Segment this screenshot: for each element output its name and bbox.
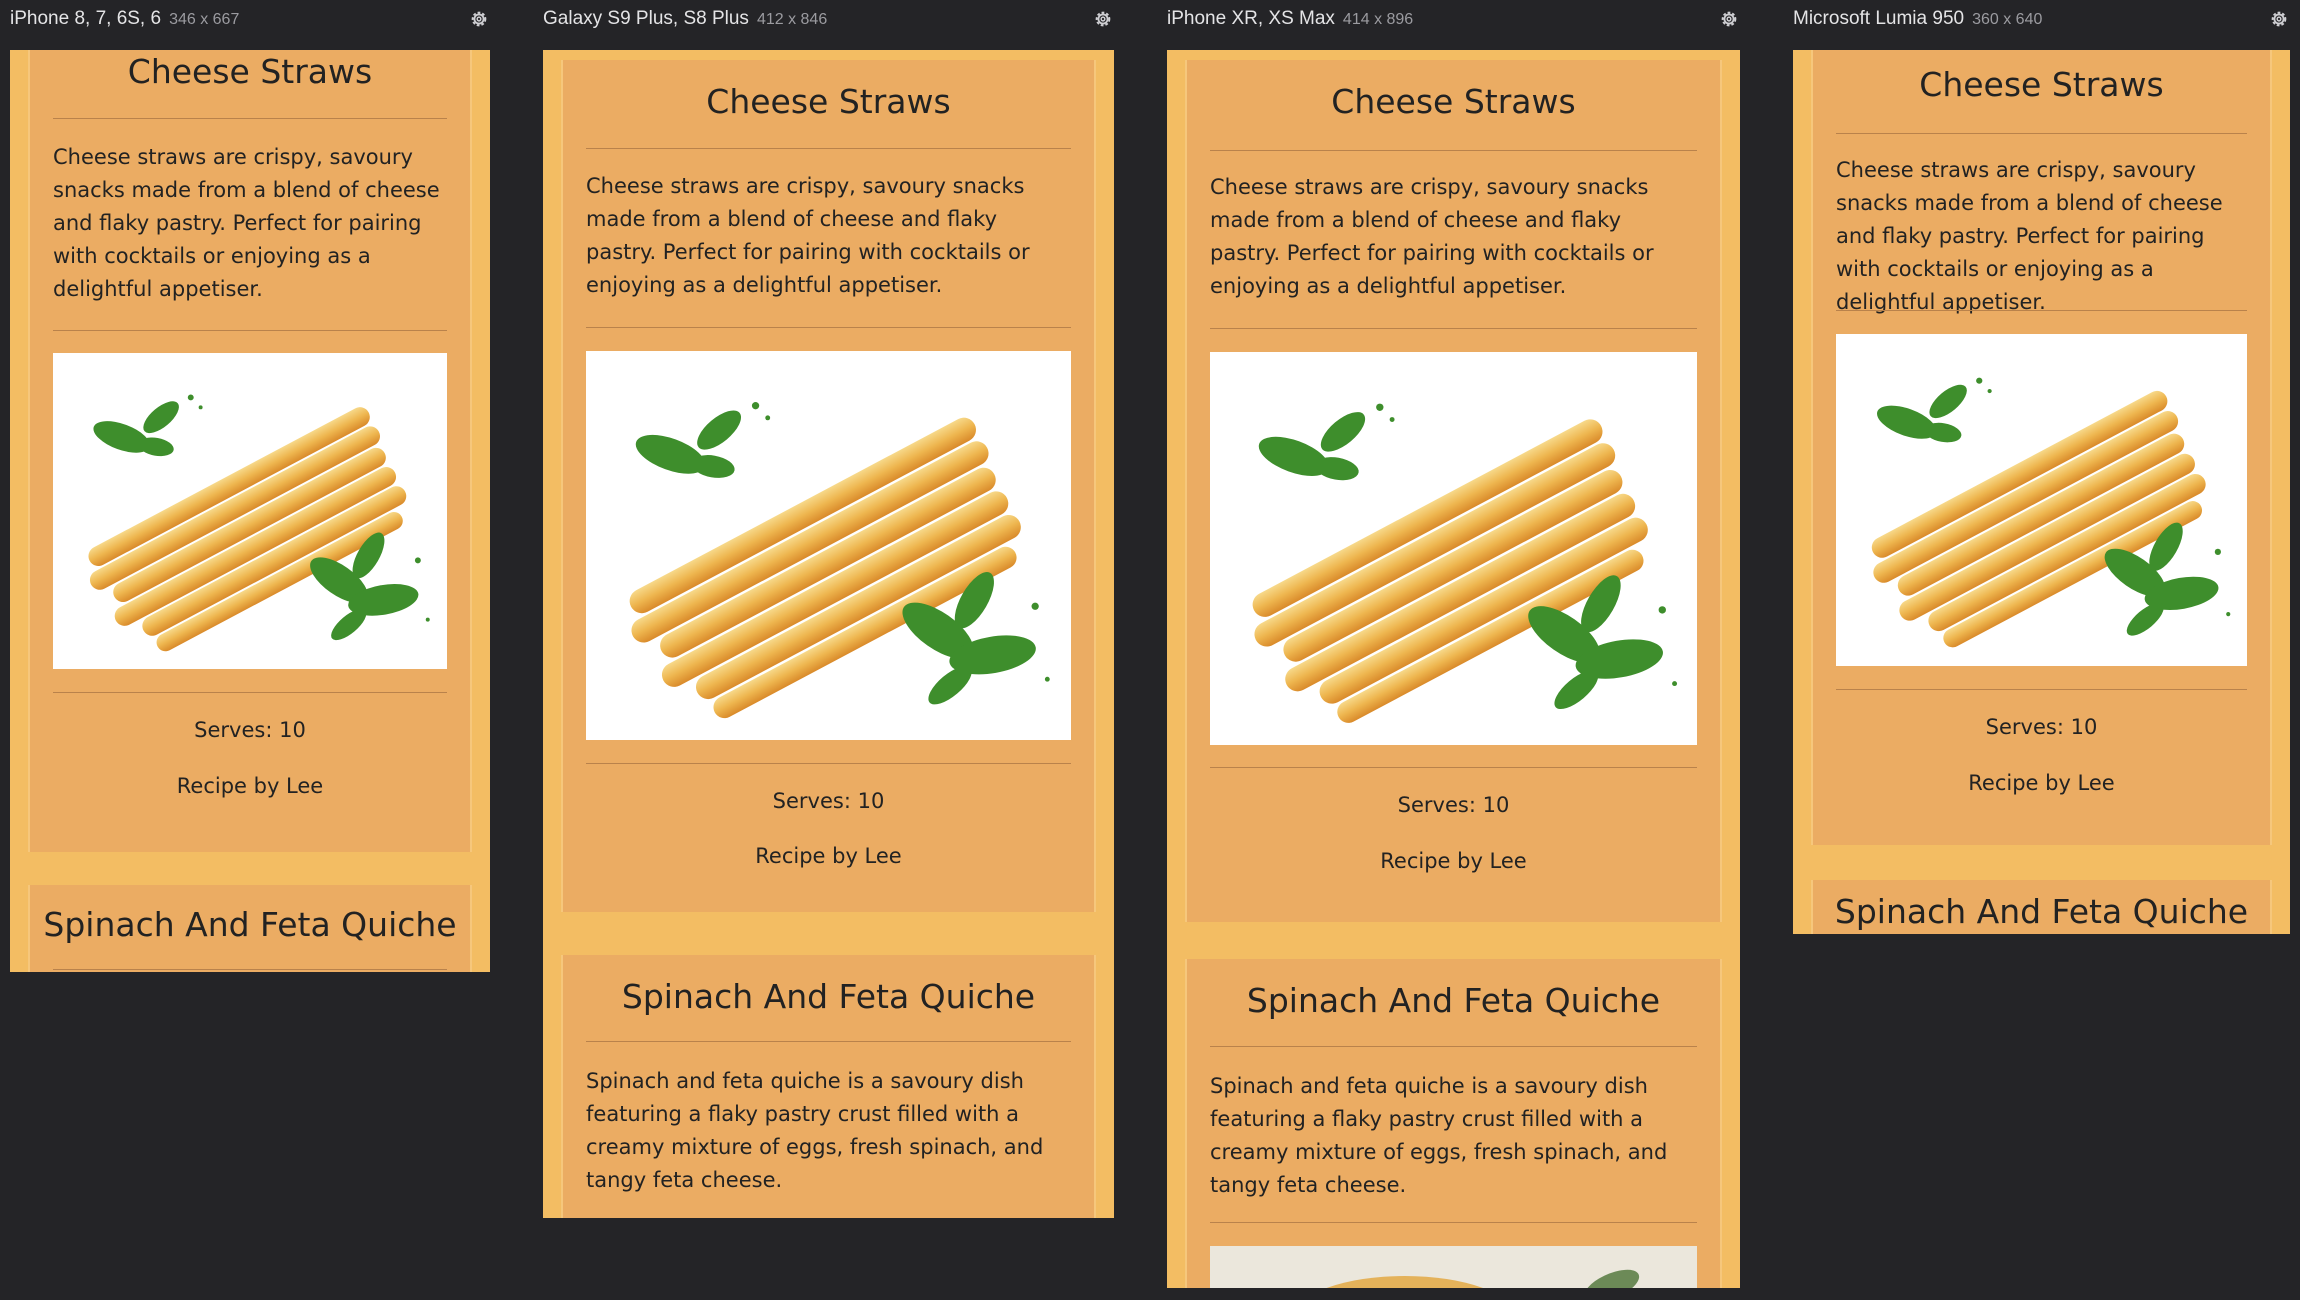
recipe-title: Spinach And Feta Quiche (1246, 981, 1661, 1020)
device-viewport: Cheese Straws Cheese straws are crispy, … (1167, 50, 1740, 1288)
device-dimensions: 414 x 896 (1342, 11, 1414, 28)
device-name: iPhone XR, XS Max 414 x 896 (1167, 8, 1414, 29)
recipe-image (1836, 334, 2247, 666)
recipe-description: Cheese straws are crispy, savoury snacks… (1836, 158, 2223, 314)
recipe-image (1210, 352, 1697, 745)
divider (1836, 133, 2247, 134)
recipe-description: Cheese straws are crispy, savoury snacks… (1210, 175, 1654, 298)
divider (1210, 328, 1697, 329)
recipe-description: Cheese straws are crispy, savoury snacks… (53, 145, 440, 301)
recipe-image (586, 351, 1071, 740)
device-header: Galaxy S9 Plus, S8 Plus 412 x 846 (543, 8, 1114, 32)
device-name: Microsoft Lumia 950 360 x 640 (1793, 8, 2043, 29)
recipe-card: Cheese Straws Cheese straws are crispy, … (1811, 50, 2272, 845)
device-header: iPhone XR, XS Max 414 x 896 (1167, 8, 1740, 32)
recipe-title: Spinach And Feta Quiche (1834, 892, 2249, 931)
divider (53, 692, 447, 693)
recipe-serves: Serves: 10 (194, 718, 306, 742)
recipe-description: Spinach and feta quiche is a savoury dis… (586, 1069, 1044, 1192)
recipe-image (53, 353, 447, 669)
recipe-title: Cheese Straws (1919, 65, 2164, 104)
recipe-author: Recipe by Lee (1380, 849, 1527, 873)
device-header: iPhone 8, 7, 6S, 6 346 x 667 (10, 8, 490, 32)
recipe-author: Recipe by Lee (1968, 771, 2115, 795)
device-viewport: Cheese Straws Cheese straws are crispy, … (1793, 50, 2290, 934)
gear-icon[interactable] (468, 8, 490, 30)
recipe-serves: Serves: 10 (772, 789, 885, 813)
device-dimensions: 360 x 640 (1972, 11, 2043, 28)
recipe-description: Spinach and feta quiche is a savoury dis… (1210, 1074, 1668, 1197)
divider (1210, 150, 1697, 151)
recipe-serves: Serves: 10 (1985, 715, 2098, 739)
device-name: Galaxy S9 Plus, S8 Plus 412 x 846 (543, 8, 828, 29)
recipe-title: Spinach And Feta Quiche (43, 905, 457, 944)
recipe-card: Spinach And Feta Quiche Spinach and feta… (1185, 959, 1722, 1288)
divider (53, 330, 447, 331)
recipe-card: Spinach And Feta Quiche (1811, 880, 2272, 934)
divider (1836, 689, 2247, 690)
gear-icon[interactable] (2268, 8, 2290, 30)
divider (1210, 1222, 1697, 1223)
divider (586, 763, 1071, 764)
gear-icon[interactable] (1718, 8, 1740, 30)
device-header: Microsoft Lumia 950 360 x 640 (1793, 8, 2290, 32)
device-dimensions: 412 x 846 (756, 11, 828, 28)
divider (586, 327, 1071, 328)
recipe-title: Cheese Straws (1331, 82, 1576, 121)
divider (586, 1041, 1071, 1042)
recipe-title: Spinach And Feta Quiche (621, 977, 1036, 1016)
recipe-card: Cheese Straws Cheese straws are crispy, … (561, 60, 1096, 912)
recipe-card: Spinach And Feta Quiche Spinach and feta… (561, 955, 1096, 1218)
divider (1210, 767, 1697, 768)
recipe-author: Recipe by Lee (176, 774, 324, 798)
recipe-card: Cheese Straws Cheese straws are crispy, … (1185, 60, 1722, 922)
recipe-title: Cheese Straws (127, 52, 373, 91)
device-viewport: Cheese Straws Cheese straws are crispy, … (543, 50, 1114, 1218)
gear-icon[interactable] (1092, 8, 1114, 30)
recipe-image (1210, 1246, 1697, 1288)
divider (1210, 1046, 1697, 1047)
device-dimensions: 346 x 667 (169, 11, 240, 28)
divider (1836, 310, 2247, 311)
recipe-title: Cheese Straws (706, 82, 951, 121)
recipe-description: Cheese straws are crispy, savoury snacks… (586, 174, 1030, 297)
recipe-serves: Serves: 10 (1397, 793, 1510, 817)
recipe-card: Cheese Straws Cheese straws are crispy, … (28, 50, 472, 852)
device-name: iPhone 8, 7, 6S, 6 346 x 667 (10, 8, 240, 29)
divider (53, 118, 447, 119)
divider (586, 148, 1071, 149)
recipe-card: Spinach And Feta Quiche (28, 885, 472, 972)
divider (53, 969, 447, 970)
recipe-author: Recipe by Lee (755, 844, 902, 868)
device-viewport: Cheese Straws Cheese straws are crispy, … (10, 50, 490, 972)
